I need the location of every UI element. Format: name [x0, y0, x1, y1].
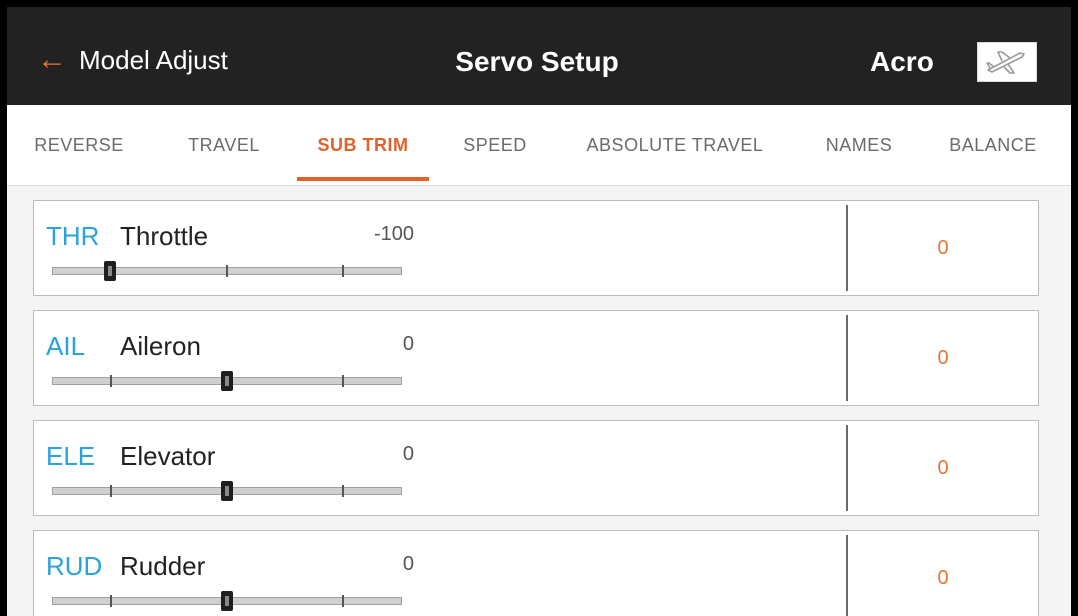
channel-abbr: RUD — [46, 551, 103, 581]
channel-slider[interactable] — [52, 371, 402, 391]
slider-tick — [110, 595, 112, 607]
page-title: Servo Setup — [455, 46, 619, 77]
channel-name: Rudder — [120, 551, 206, 581]
subtrim-value[interactable]: 0 — [848, 421, 1038, 515]
tab-bar: REVERSE TRAVEL SUB TRIM SPEED ABSOLUTE T… — [7, 105, 1071, 186]
slider-tick — [342, 265, 344, 277]
slider-tick — [226, 265, 228, 277]
tab-travel[interactable]: TRAVEL — [179, 105, 269, 185]
slider-tick — [342, 375, 344, 387]
model-name: Acro — [870, 46, 934, 77]
channel-abbr: AIL — [46, 331, 86, 361]
channel-row-elevator: ELE Elevator 0 0 — [33, 420, 1039, 516]
tab-balance[interactable]: BALANCE — [935, 105, 1051, 185]
slider-tick — [342, 485, 344, 497]
slider-handle[interactable] — [104, 261, 117, 281]
subtrim-value[interactable]: 0 — [848, 201, 1038, 295]
channel-name: Aileron — [120, 331, 201, 361]
channel-slider[interactable] — [52, 261, 402, 281]
tab-reverse[interactable]: REVERSE — [27, 105, 131, 185]
back-button[interactable]: ← Model Adjust — [37, 40, 228, 80]
channel-abbr: THR — [46, 221, 100, 251]
channel-slider[interactable] — [52, 481, 402, 501]
channel-slider[interactable] — [52, 591, 402, 611]
slider-tick — [110, 485, 112, 497]
channel-row-aileron: AIL Aileron 0 0 — [33, 310, 1039, 406]
subtrim-value[interactable]: 0 — [848, 311, 1038, 405]
slider-handle[interactable] — [221, 591, 233, 611]
channel-name: Throttle — [120, 221, 209, 251]
tab-speed[interactable]: SPEED — [455, 105, 535, 185]
channel-value: -100 — [373, 223, 414, 245]
channel-row-rudder: RUD Rudder 0 0 — [33, 530, 1039, 616]
servo-setup-screen: ← Model Adjust Servo Setup Acro REVERSE … — [7, 7, 1071, 616]
back-label: Model Adjust — [79, 44, 228, 75]
tab-sub-trim[interactable]: SUB TRIM — [297, 105, 429, 185]
top-bar: ← Model Adjust Servo Setup Acro — [7, 7, 1071, 105]
channel-value: 0 — [402, 443, 414, 465]
subtrim-value[interactable]: 0 — [848, 531, 1038, 616]
back-arrow-icon: ← — [37, 43, 67, 76]
slider-handle[interactable] — [221, 481, 233, 501]
tab-names[interactable]: NAMES — [817, 105, 901, 185]
channel-row-throttle: THR Throttle -100 0 — [33, 200, 1039, 296]
slider-tick — [110, 375, 112, 387]
channel-value: 0 — [402, 333, 414, 355]
slider-handle[interactable] — [221, 371, 233, 391]
airplane-icon[interactable] — [977, 42, 1037, 82]
channel-abbr: ELE — [46, 441, 96, 471]
tab-absolute-travel[interactable]: ABSOLUTE TRAVEL — [572, 105, 778, 185]
slider-tick — [342, 595, 344, 607]
channel-name: Elevator — [120, 441, 216, 471]
channel-value: 0 — [402, 553, 414, 575]
